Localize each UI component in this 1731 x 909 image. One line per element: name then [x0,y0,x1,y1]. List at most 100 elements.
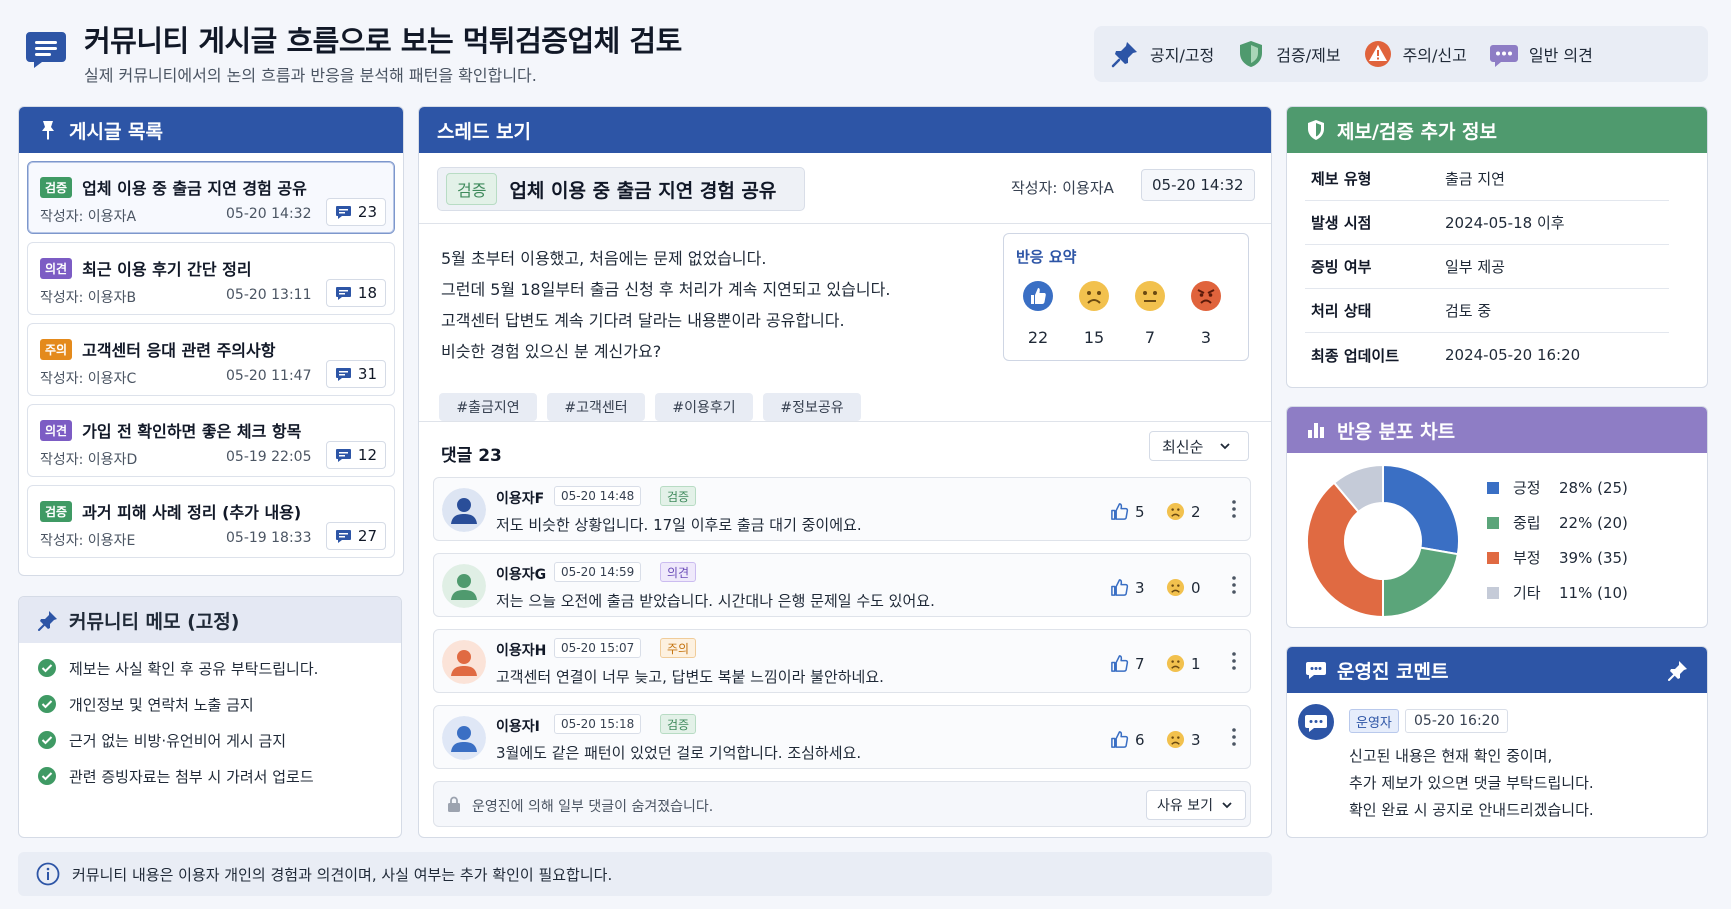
sad-face-icon[interactable] [1078,280,1110,312]
chevron-down-icon [1220,443,1231,450]
post-author: 작성자: 이용자B [40,290,137,306]
comment-icon [335,529,351,543]
comment-author[interactable]: 이용자F [496,488,544,508]
hashtag[interactable]: #출금지연 [439,393,537,421]
info-icon [36,862,60,886]
like-button[interactable]: 6 [1110,730,1145,749]
like-button[interactable]: 7 [1110,654,1145,673]
hashtag[interactable]: #정보공유 [763,393,861,421]
memo-rule: 관련 증빙자료는 첨부 시 가려서 업로드 [37,765,401,787]
report-info-panel: 제보/검증 추가 정보 제보 유형 출금 지연 발생 시점 2024-05-18… [1286,106,1708,388]
angry-face-icon[interactable] [1190,280,1222,312]
thumbs-up-icon[interactable] [1022,280,1054,312]
reaction-count: 22 [1027,328,1049,347]
legend-swatch [1487,586,1499,599]
disclaimer-footer: 커뮤니티 내용은 이용자 개인의 경험과 의견이며, 사실 여부는 추가 확인이… [18,852,1272,896]
legend-item-warning[interactable]: 주의/신고 [1363,39,1467,69]
neutral-face-icon[interactable] [1134,280,1166,312]
comment-tag: 검증 [660,714,697,734]
sad-count: 1 [1191,654,1201,673]
sad-button[interactable]: 0 [1166,578,1201,597]
divider [419,223,1271,224]
sort-dropdown[interactable]: 최신순 [1149,431,1249,461]
legend-item-verify[interactable]: 검증/제보 [1236,39,1341,69]
post-list-item[interactable]: 검증 업체 이용 중 출금 지연 경험 공유 작성자: 이용자A 05-20 1… [27,161,395,234]
more-options-icon[interactable] [1230,498,1238,520]
pin-icon [38,611,57,631]
thumbs-up-icon [1111,503,1129,520]
more-options-icon[interactable] [1230,726,1238,748]
legend-item-notice[interactable]: 공지/고정 [1110,39,1214,69]
like-count: 5 [1135,502,1145,521]
comment-author[interactable]: 이용자H [496,640,546,660]
legend-category: 중립 [1513,514,1541,532]
shield-icon [1308,120,1324,140]
hashtag[interactable]: #고객센터 [547,393,645,421]
community-memo-panel: 커뮤니티 메모 (고정) 제보는 사실 확인 후 공유 부탁드립니다. 개인정보… [18,596,402,838]
comment-date: 05-20 14:48 [554,486,642,506]
legend-item-opinion[interactable]: 일반 의견 [1489,39,1593,69]
admin-comment-line: 신고된 내용은 현재 확인 중이며, [1349,747,1553,765]
post-list-item[interactable]: 의견 최근 이용 후기 간단 정리 작성자: 이용자B 05-20 13:11 … [27,242,395,315]
view-reason-label: 사유 보기 [1157,798,1213,814]
chevron-down-icon [1222,802,1232,809]
category-legend: 공지/고정 검증/제보 주의/신고 일반 의견 [1094,26,1708,82]
comment-tag: 검증 [660,486,697,506]
chart-legend-item: 긍정 28% (25) [1487,477,1628,498]
bar-chart-icon [1308,423,1324,438]
reaction-count: 3 [1200,328,1212,347]
comment-date: 05-20 15:07 [554,638,642,658]
hashtag[interactable]: #이용후기 [655,393,753,421]
legend-category: 기타 [1513,584,1541,602]
sad-button[interactable]: 1 [1166,654,1201,673]
legend-swatch [1487,481,1499,494]
post-date: 05-19 22:05 [226,449,312,465]
post-date: 05-20 13:11 [226,287,312,303]
comment-text: 고객센터 연결이 너무 늦고, 답변도 복붙 느낌이라 불안하네요. [496,668,884,686]
comment-count-value: 12 [357,446,377,464]
chart-legend-item: 중립 22% (20) [1487,512,1628,533]
post-author: 작성자: 이용자E [40,533,136,549]
info-key: 처리 상태 [1311,302,1372,320]
info-key: 최종 업데이트 [1311,346,1400,365]
legend-value: 11% (10) [1559,583,1628,602]
more-options-icon[interactable] [1230,650,1238,672]
legend-category: 부정 [1513,549,1541,567]
thread-header: 스레드 보기 [419,107,1271,153]
like-count: 7 [1135,654,1145,673]
chat-icon [1489,45,1518,67]
legend-category: 긍정 [1513,479,1541,497]
info-row: 발생 시점 2024-05-18 이후 [1305,201,1669,245]
memo-text: 제보는 사실 확인 후 공유 부탁드립니다. [69,659,319,678]
post-list-item[interactable]: 의견 가입 전 확인하면 좋은 체크 항목 작성자: 이용자D 05-19 22… [27,404,395,477]
memo-text: 개인정보 및 연락처 노출 금지 [69,695,254,714]
comment-count: 12 [325,441,386,469]
sort-value: 최신순 [1162,437,1204,456]
comment-author[interactable]: 이용자I [496,716,540,736]
post-title: 업체 이용 중 출금 지연 경험 공유 [82,179,307,198]
panel-title: 게시글 목록 [69,120,164,143]
more-options-icon[interactable] [1230,574,1238,596]
chart-legend-item: 부정 39% (35) [1487,547,1628,568]
post-list-item[interactable]: 주의 고객센터 응대 관련 주의사항 작성자: 이용자C 05-20 11:47… [27,323,395,396]
thread-body-line: 그런데 5월 18일부터 출금 신청 후 처리가 계속 지연되고 있습니다. [441,280,891,299]
post-list-item[interactable]: 검증 과거 피해 사례 정리 (추가 내용) 작성자: 이용자E 05-19 1… [27,485,395,558]
like-button[interactable]: 5 [1110,502,1145,521]
like-button[interactable]: 3 [1110,578,1145,597]
info-value: 검토 중 [1445,302,1492,320]
comment-author[interactable]: 이용자G [496,564,546,584]
donut-slice-긍정[interactable] [1382,463,1460,556]
comment-count: 18 [325,279,386,307]
pin-icon[interactable] [1667,659,1689,681]
comment-tag: 주의 [660,638,697,658]
thread-post-title: 업체 이용 중 출금 지연 경험 공유 [509,179,777,202]
info-row: 증빙 여부 일부 제공 [1305,245,1669,289]
donut-slice-중립[interactable] [1382,546,1460,619]
view-reason-button[interactable]: 사유 보기 [1146,790,1246,820]
panel-title: 스레드 보기 [437,120,532,143]
sad-button[interactable]: 3 [1166,730,1201,749]
check-circle-icon [38,767,56,785]
sad-button[interactable]: 2 [1166,502,1201,521]
avatar [442,640,486,684]
post-author: 작성자: 이용자D [40,452,138,468]
